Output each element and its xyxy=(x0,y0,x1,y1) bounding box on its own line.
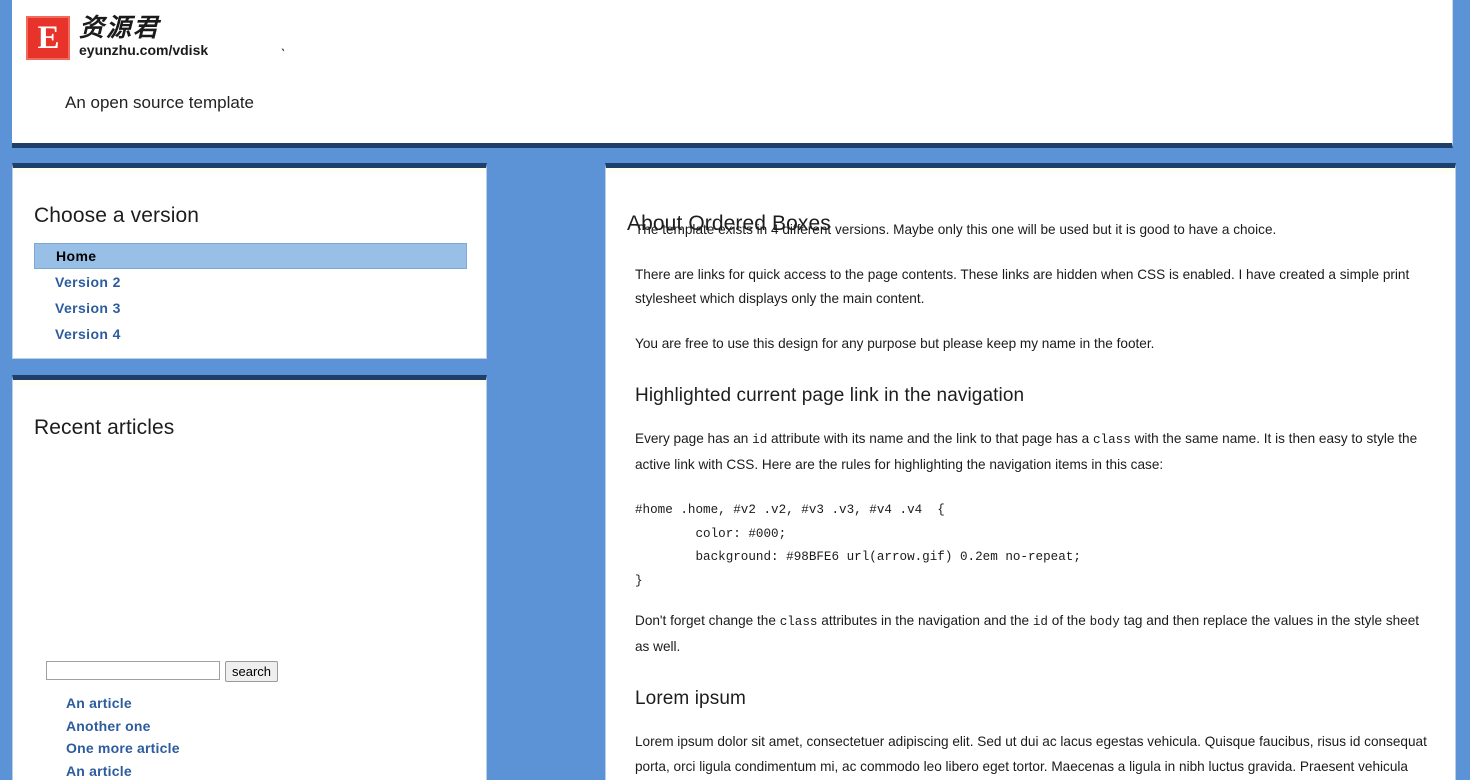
nav-item: Version 3 xyxy=(34,295,467,321)
text-fragment: Every page has an xyxy=(635,431,753,446)
articles-box-title: Recent articles xyxy=(34,416,175,439)
dont-forget-paragraph: Don't forget change the class attributes… xyxy=(635,609,1427,659)
section-heading-highlight: Highlighted current page link in the nav… xyxy=(635,385,1025,406)
article-link[interactable]: Another one xyxy=(34,715,467,738)
recent-articles-list: An article Another one One more article … xyxy=(34,692,467,780)
main-content-box: About Ordered Boxes The template exists … xyxy=(605,163,1456,780)
page-title: About Ordered Boxes xyxy=(627,212,831,235)
box-top-accent xyxy=(13,380,486,386)
text-fragment: Don't forget change the xyxy=(635,613,780,628)
sidebar-item-version-4[interactable]: Version 4 xyxy=(34,321,467,347)
inline-code-class: class xyxy=(779,615,818,629)
inline-code-body: body xyxy=(1089,615,1120,629)
logo-text-block: 资源君 eyunzhu.com/vdisk ˋ xyxy=(79,15,287,66)
nav-item: Version 4 xyxy=(34,321,467,347)
logo-mark-icon: E xyxy=(26,16,70,60)
section-heading-lorem: Lorem ipsum xyxy=(635,688,746,709)
logo-letter: E xyxy=(37,19,59,56)
lorem-paragraph: Lorem ipsum dolor sit amet, consectetuer… xyxy=(635,730,1427,780)
sidebar-item-version-2[interactable]: Version 2 xyxy=(34,269,467,295)
css-code-block: #home .home, #v2 .v2, #v3 .v3, #v4 .v4 {… xyxy=(635,503,1081,588)
inline-code-id: id xyxy=(752,433,768,447)
sidebar-item-home[interactable]: Home xyxy=(34,243,467,269)
box-top-accent xyxy=(13,168,486,174)
intro-paragraph-3: You are free to use this design for any … xyxy=(635,335,1155,351)
page-root: E 资源君 eyunzhu.com/vdisk ˋ An open source… xyxy=(0,0,1470,780)
logo-tick-mark-icon: ˋ xyxy=(277,45,287,66)
logo-url-text: eyunzhu.com/vdisk xyxy=(79,42,209,58)
inline-code-id: id xyxy=(1032,615,1048,629)
site-logo[interactable]: E 资源君 eyunzhu.com/vdisk ˋ xyxy=(26,15,287,66)
logo-chinese-title: 资源君 xyxy=(79,15,161,42)
article-link[interactable]: An article xyxy=(34,692,467,715)
text-fragment: Lorem ipsum dolor sit amet, consectetuer… xyxy=(635,734,1427,774)
highlight-paragraph: Every page has an id attribute with its … xyxy=(635,427,1427,477)
sidebar-item-version-3[interactable]: Version 3 xyxy=(34,295,467,321)
article-link[interactable]: One more article xyxy=(34,737,467,760)
text-fragment: attributes in the navigation and the xyxy=(817,613,1033,628)
nav-box-title: Choose a version xyxy=(34,204,200,227)
search-button[interactable]: search xyxy=(225,661,279,682)
version-nav-list: Home Version 2 Version 3 Version 4 xyxy=(34,243,467,347)
nav-item: Version 2 xyxy=(34,269,467,295)
sidebar: Choose a version Home Version 2 Version … xyxy=(12,163,487,780)
inline-code-class: class xyxy=(1092,433,1131,447)
main-content-body: About Ordered Boxes The template exists … xyxy=(606,174,1455,780)
list-item: An article xyxy=(34,692,467,715)
intro-paragraph-2: There are links for quick access to the … xyxy=(635,266,1410,307)
nav-item: Home xyxy=(34,243,467,269)
search-input[interactable] xyxy=(46,661,220,680)
article-link[interactable]: An article xyxy=(34,760,467,780)
list-item: An article xyxy=(34,760,467,780)
site-tagline: An open source template xyxy=(65,93,255,112)
list-item: One more article xyxy=(34,737,467,760)
version-nav-box: Choose a version Home Version 2 Version … xyxy=(12,163,487,359)
list-item: Another one xyxy=(34,715,467,738)
site-header: E 资源君 eyunzhu.com/vdisk ˋ An open source… xyxy=(12,0,1453,148)
text-fragment: of the xyxy=(1048,613,1090,628)
text-fragment: attribute with its name and the link to … xyxy=(767,431,1093,446)
search-form: search xyxy=(46,661,279,682)
recent-articles-box: Recent articles search An article Anothe… xyxy=(12,375,487,780)
